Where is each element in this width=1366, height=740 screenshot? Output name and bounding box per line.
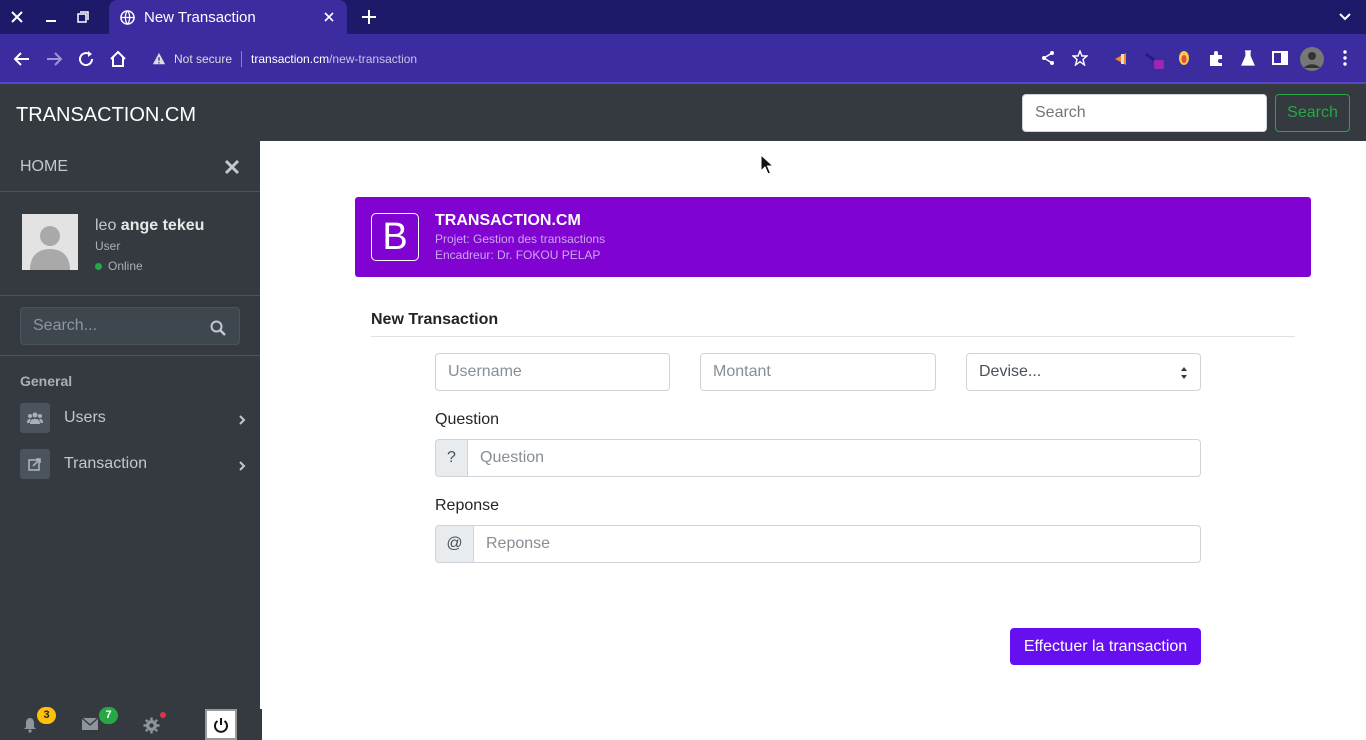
browser-menu-icon[interactable] [1338, 50, 1352, 66]
sidebar-search-input[interactable] [20, 307, 240, 345]
settings-alert-dot [160, 712, 166, 718]
extensions-puzzle-icon[interactable] [1208, 50, 1225, 67]
address-bar[interactable]: Not secure transaction.cm /new-transacti… [140, 41, 1100, 77]
question-addon: ? [435, 439, 468, 477]
bookmark-star-icon[interactable] [1072, 50, 1088, 66]
chevron-right-icon [238, 414, 246, 426]
hero-project: Projet: Gestion des transactions [435, 232, 606, 246]
browser-tab-bar: New Transaction [0, 0, 1366, 34]
extension-orange-icon[interactable] [1112, 50, 1130, 68]
online-dot-icon [95, 262, 102, 270]
sidebar-footer: 3 7 [0, 707, 262, 740]
sidebar: HOME leo ange tekeu User Online General … [0, 141, 262, 740]
form-divider [371, 336, 1295, 337]
url-separator [241, 51, 243, 67]
extension-bulb-icon[interactable] [1176, 50, 1192, 68]
messages-badge: 7 [99, 707, 118, 724]
browser-toolbar: Not secure transaction.cm /new-transacti… [0, 34, 1366, 84]
currency-select[interactable]: Devise... [966, 353, 1201, 391]
sidebar-section-general: General [20, 373, 73, 389]
home-icon[interactable] [108, 49, 128, 69]
hero-banner: B TRANSACTION.CM Projet: Gestion des tra… [355, 197, 1311, 277]
user-role: User [95, 239, 121, 253]
answer-addon: @ [435, 525, 474, 563]
submit-transaction-button[interactable]: Effectuer la transaction [1010, 628, 1201, 665]
tab-title: New Transaction [144, 8, 256, 26]
search-icon[interactable] [210, 320, 226, 336]
mouse-cursor-icon [760, 154, 774, 176]
globe-icon [120, 9, 135, 25]
window-restore-icon[interactable] [72, 6, 94, 28]
amount-input[interactable] [700, 353, 936, 391]
sidebar-item-transaction[interactable]: Transaction [20, 447, 250, 481]
user-panel: leo ange tekeu User Online [0, 192, 260, 296]
navbar-search-button[interactable]: Search [1275, 94, 1350, 132]
labs-flask-icon[interactable] [1240, 50, 1256, 66]
user-status-text: Online [108, 259, 143, 273]
sidebar-item-users[interactable]: Users [20, 401, 250, 435]
avatar [22, 214, 78, 270]
extension-purple-icon[interactable] [1144, 50, 1164, 70]
answer-input-group: @ [435, 525, 1201, 563]
forward-arrow-icon[interactable] [44, 49, 64, 69]
navbar-search-input[interactable] [1022, 94, 1267, 132]
new-tab-icon[interactable] [360, 8, 378, 26]
share-square-icon [20, 449, 50, 479]
user-status: Online [95, 259, 143, 273]
side-panel-icon[interactable] [1272, 50, 1288, 66]
gear-icon[interactable] [143, 717, 160, 734]
question-input-group: ? [435, 439, 1201, 477]
currency-select-value: Devise... [979, 363, 1042, 380]
answer-label: Reponse [435, 497, 500, 514]
user-first-name: leo [95, 217, 121, 234]
hero-title: TRANSACTION.CM [435, 212, 581, 229]
url-path: /new-transaction [329, 52, 418, 66]
reload-icon[interactable] [76, 49, 96, 69]
username-input[interactable] [435, 353, 670, 391]
security-label: Not secure [174, 52, 233, 66]
bell-icon[interactable] [22, 717, 38, 733]
browser-tab-active[interactable]: New Transaction [109, 0, 347, 34]
user-name: leo ange tekeu [95, 217, 204, 235]
power-icon [213, 717, 229, 733]
user-last-name: ange tekeu [120, 217, 205, 234]
sidebar-item-label: Users [64, 409, 106, 426]
sidebar-close-icon[interactable] [223, 158, 241, 176]
users-icon [20, 403, 50, 433]
brand-logo[interactable]: TRANSACTION.CM [16, 104, 196, 127]
profile-avatar-icon[interactable] [1300, 47, 1324, 71]
sidebar-header: HOME [0, 141, 260, 192]
bootstrap-logo: B [371, 213, 419, 261]
tab-search-chevron-icon[interactable] [1338, 10, 1352, 24]
window-close-icon[interactable] [6, 6, 28, 28]
tab-close-icon[interactable] [321, 9, 337, 25]
sidebar-search [0, 296, 260, 356]
form-title: New Transaction [371, 311, 499, 328]
select-arrows-icon [1180, 366, 1188, 380]
question-label: Question [435, 411, 500, 428]
envelope-icon[interactable] [81, 717, 99, 731]
notifications-badge: 3 [37, 707, 56, 724]
app-navbar: TRANSACTION.CM Search [0, 84, 1366, 141]
hero-supervisor: Encadreur: Dr. FOKOU PELAP [435, 248, 601, 262]
warning-icon [152, 52, 166, 66]
window-minimize-icon[interactable] [40, 6, 62, 28]
chevron-right-icon [238, 460, 246, 472]
url-host: transaction.cm [251, 52, 330, 66]
sidebar-item-label: Transaction [64, 455, 147, 472]
share-icon[interactable] [1040, 50, 1056, 66]
logout-button[interactable] [205, 709, 237, 740]
question-input[interactable] [468, 439, 1201, 477]
sidebar-home-link[interactable]: HOME [20, 158, 68, 176]
back-arrow-icon[interactable] [12, 49, 32, 69]
answer-input[interactable] [474, 525, 1201, 563]
